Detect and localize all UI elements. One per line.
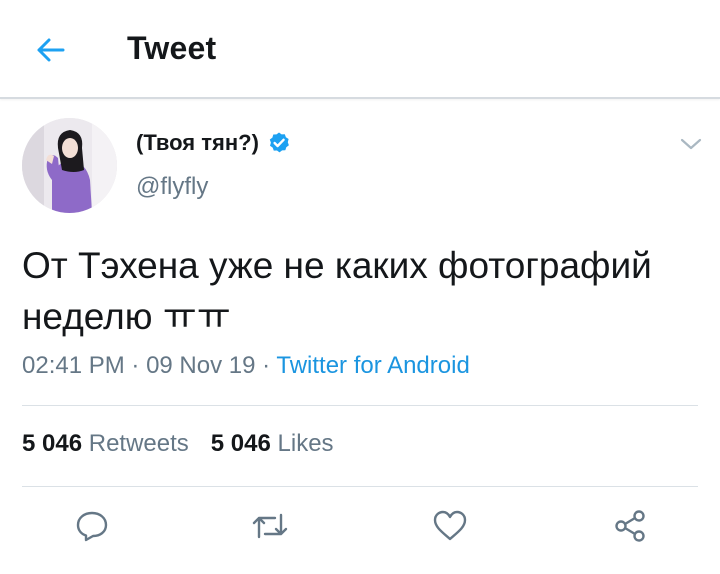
user-handle[interactable]: @flyfly <box>136 173 208 201</box>
back-button[interactable] <box>28 30 72 70</box>
display-name-text: (Твоя тян?) <box>136 130 259 155</box>
divider <box>22 405 698 406</box>
retweets-count: 5 046 <box>22 430 83 457</box>
meta-separator: · <box>255 352 277 379</box>
app-header: Tweet <box>0 0 720 99</box>
retweets-label: Retweets <box>88 430 189 457</box>
likes-count: 5 046 <box>210 430 271 457</box>
tweet-text-line: неделю ㅠㅠ <box>22 296 231 337</box>
arrow-left-icon <box>37 38 65 62</box>
tweet-text: От Тэхена уже не каких фотографий неделю… <box>22 240 702 342</box>
like-icon <box>433 510 467 541</box>
verified-badge-icon <box>267 131 291 155</box>
reply-icon <box>76 511 108 542</box>
reply-button[interactable] <box>72 506 112 546</box>
share-icon <box>615 510 645 542</box>
meta-separator: · <box>124 352 147 379</box>
tweet-source-link[interactable]: Twitter for Android <box>276 352 469 379</box>
avatar-image <box>22 118 117 213</box>
tweet-date: 09 Nov 19 <box>146 352 256 379</box>
tweet-options-button[interactable] <box>678 134 704 154</box>
page-title: Tweet <box>127 30 217 66</box>
tweet-text-line: От Тэхена уже не каких фотографий <box>22 245 652 286</box>
share-button[interactable] <box>610 506 650 546</box>
divider <box>22 486 698 487</box>
tweet-time: 02:41 PM <box>22 352 125 379</box>
display-name[interactable]: (Твоя тян?) <box>136 130 291 156</box>
avatar[interactable] <box>22 118 117 213</box>
like-button[interactable] <box>430 506 470 546</box>
likes-label: Likes <box>277 430 334 457</box>
chevron-down-icon <box>680 138 702 150</box>
retweets-stat[interactable]: 5 046 Retweets <box>22 430 189 457</box>
likes-stat[interactable]: 5 046 Likes <box>211 430 334 457</box>
tweet-meta: 02:41 PM · 09 Nov 19 · Twitter for Andro… <box>22 352 470 380</box>
retweet-icon <box>252 513 288 539</box>
retweet-button[interactable] <box>250 506 290 546</box>
tweet-stats: 5 046 Retweets 5 046 Likes <box>22 430 334 458</box>
